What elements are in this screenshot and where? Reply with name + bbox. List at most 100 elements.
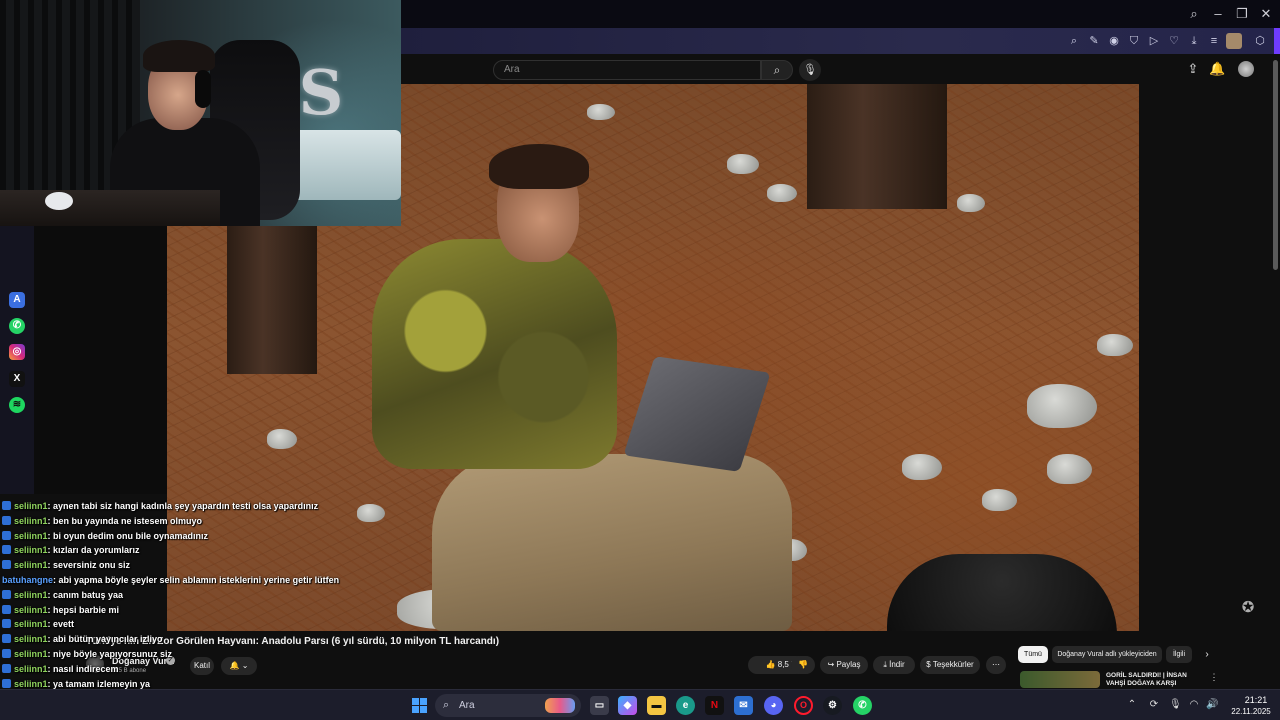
clock-time[interactable]: 21:21 bbox=[1236, 695, 1276, 705]
person-hair bbox=[489, 144, 589, 189]
share-label: Paylaş bbox=[836, 660, 861, 669]
chat-username[interactable]: seliinn1 bbox=[14, 679, 48, 689]
search-highlight-image bbox=[545, 698, 575, 713]
chat-username[interactable]: seliinn1 bbox=[14, 619, 48, 629]
edge-icon[interactable]: e bbox=[676, 696, 695, 715]
mouse bbox=[45, 192, 73, 210]
chip-all[interactable]: Tümü bbox=[1018, 646, 1048, 663]
chat-message: seliinn1: bi oyun dedim onu bile oynamad… bbox=[2, 529, 208, 543]
bed bbox=[290, 130, 401, 200]
chat-username[interactable]: seliinn1 bbox=[14, 501, 48, 511]
menu-icon[interactable]: ≡ bbox=[1206, 33, 1222, 49]
thanks-button[interactable]: $ Teşekkürler bbox=[920, 656, 980, 674]
chat-username[interactable]: seliinn1 bbox=[14, 649, 48, 659]
copilot-icon[interactable]: ◆ bbox=[618, 696, 637, 715]
whatsapp-icon[interactable]: ✆ bbox=[853, 696, 872, 715]
chat-text: : seversiniz onu siz bbox=[47, 560, 131, 571]
chat-username[interactable]: seliinn1 bbox=[14, 664, 48, 674]
x-icon[interactable]: X bbox=[9, 371, 25, 387]
download-icon[interactable]: ⤓ bbox=[1186, 33, 1202, 49]
opera-icon[interactable]: O bbox=[794, 696, 813, 715]
chat-badge-icon bbox=[2, 604, 11, 614]
whatsapp-icon[interactable]: ✆ bbox=[9, 318, 25, 334]
profile-avatar[interactable] bbox=[1226, 33, 1242, 49]
mail-icon[interactable]: ✉ bbox=[734, 696, 753, 715]
steam-icon[interactable]: ⚙ bbox=[823, 696, 842, 715]
windows-start-button[interactable] bbox=[412, 698, 427, 713]
spotify-icon[interactable]: ≋ bbox=[9, 397, 25, 413]
chat-text: : ya tamam izlemeyin ya bbox=[47, 678, 151, 689]
heart-icon[interactable]: ♡ bbox=[1166, 33, 1182, 49]
chat-badge-icon bbox=[2, 649, 11, 658]
microphone-icon[interactable]: 🎙 bbox=[1169, 699, 1182, 711]
netflix-icon[interactable]: N bbox=[705, 696, 724, 715]
discord-icon[interactable]: ◕ bbox=[764, 696, 783, 715]
chat-text: : niye böyle yapıyorsunuz siz bbox=[47, 649, 173, 659]
chat-username[interactable]: seliinn1 bbox=[14, 545, 48, 555]
rock bbox=[267, 429, 297, 449]
stream-chat: seliinn1: aynen tabi siz hangi kadınla ş… bbox=[0, 486, 520, 720]
chat-text: : aynen tabi siz hangi kadınla şey yapar… bbox=[47, 501, 319, 511]
chat-badge-icon bbox=[2, 619, 11, 629]
bell-icon[interactable]: 🔔 bbox=[1209, 61, 1225, 77]
dislike-button[interactable]: 👎 bbox=[791, 656, 815, 674]
more-actions-icon[interactable]: ⋯ bbox=[986, 656, 1006, 674]
close-icon[interactable]: ✕ bbox=[1256, 4, 1276, 24]
rock bbox=[1047, 454, 1092, 484]
instagram-icon[interactable]: ◎ bbox=[9, 344, 25, 360]
chip-related[interactable]: İlgili bbox=[1166, 646, 1192, 663]
side-dock: A ✆ ◎ X ≋ bbox=[0, 226, 34, 494]
tree-trunk bbox=[807, 84, 947, 209]
more-vert-icon[interactable]: ⋮ bbox=[1208, 672, 1220, 684]
chat-username[interactable]: seliinn1 bbox=[14, 516, 48, 526]
sync-icon[interactable]: ⟳ bbox=[1148, 699, 1160, 711]
chat-text: : bi oyun dedim onu bile oynamadınız bbox=[47, 530, 209, 541]
recommendation-thumbnail[interactable] bbox=[1020, 671, 1100, 688]
zoom-icon[interactable]: ⌕ bbox=[1066, 33, 1082, 49]
chat-username[interactable]: batuhangne bbox=[2, 575, 53, 585]
chat-message: batuhangne: abi yapma böyle şeyler selin… bbox=[2, 573, 339, 587]
chat-badge-icon bbox=[2, 678, 11, 688]
restore-icon[interactable]: ❐ bbox=[1232, 4, 1252, 24]
clock-date[interactable]: 22.11.2025 bbox=[1226, 707, 1276, 716]
chevron-right-icon[interactable]: › bbox=[1198, 646, 1216, 663]
channel-watermark-icon[interactable]: ✪ bbox=[1238, 598, 1258, 618]
chevron-up-icon[interactable]: ⌃ bbox=[1126, 699, 1138, 711]
streamer-hair bbox=[143, 40, 215, 72]
chat-username[interactable]: seliinn1 bbox=[14, 590, 48, 600]
rock bbox=[727, 154, 759, 174]
app-icon[interactable]: A bbox=[9, 292, 25, 308]
shield-icon[interactable]: ⛉ bbox=[1126, 33, 1142, 49]
chat-badge-icon bbox=[2, 663, 11, 673]
chat-username[interactable]: seliinn1 bbox=[14, 605, 48, 615]
search-icon[interactable]: ⌕ bbox=[1184, 4, 1204, 24]
file-explorer-icon[interactable]: ▬ bbox=[647, 696, 666, 715]
play-icon[interactable]: ▷ bbox=[1146, 33, 1162, 49]
taskbar-search[interactable]: ⌕ Ara bbox=[435, 694, 581, 717]
chat-username[interactable]: seliinn1 bbox=[14, 634, 48, 644]
chip-from-uploader[interactable]: Doğanay Vural adlı yükleyiciden bbox=[1052, 646, 1162, 663]
task-view-icon[interactable]: ▭ bbox=[590, 696, 609, 715]
account-avatar[interactable] bbox=[1238, 61, 1254, 77]
minimize-icon[interactable]: – bbox=[1208, 4, 1228, 24]
wifi-icon[interactable]: ◠ bbox=[1188, 699, 1200, 711]
search-button[interactable]: ⌕ bbox=[761, 60, 793, 80]
page-scrollbar[interactable] bbox=[1273, 60, 1278, 270]
chat-username[interactable]: seliinn1 bbox=[14, 531, 48, 541]
share-button[interactable]: ↪ Paylaş bbox=[820, 656, 868, 674]
download-button[interactable]: ⤓ İndir bbox=[873, 656, 915, 674]
camera-icon[interactable]: ◉ bbox=[1106, 33, 1122, 49]
edit-icon[interactable]: ✎ bbox=[1086, 33, 1102, 49]
chat-badge-icon bbox=[2, 515, 11, 525]
person-jacket bbox=[372, 239, 617, 469]
chat-message: seliinn1: canım batuş yaa bbox=[2, 588, 123, 602]
super-thanks-icon: $ bbox=[926, 660, 931, 669]
volume-icon[interactable]: 🔊 bbox=[1206, 699, 1218, 711]
extension-icon[interactable]: ⬡ bbox=[1252, 33, 1268, 49]
rock bbox=[1097, 334, 1133, 356]
recommendation-title[interactable]: GORİL SALDIRDI! | İNSAN VAHŞİ DOĞAYA KAR… bbox=[1106, 672, 1196, 688]
search-input[interactable]: Ara bbox=[493, 60, 761, 80]
mic-icon[interactable]: 🎙 bbox=[799, 59, 821, 81]
upload-icon[interactable]: ⇪ bbox=[1185, 61, 1201, 77]
chat-username[interactable]: seliinn1 bbox=[14, 560, 48, 570]
